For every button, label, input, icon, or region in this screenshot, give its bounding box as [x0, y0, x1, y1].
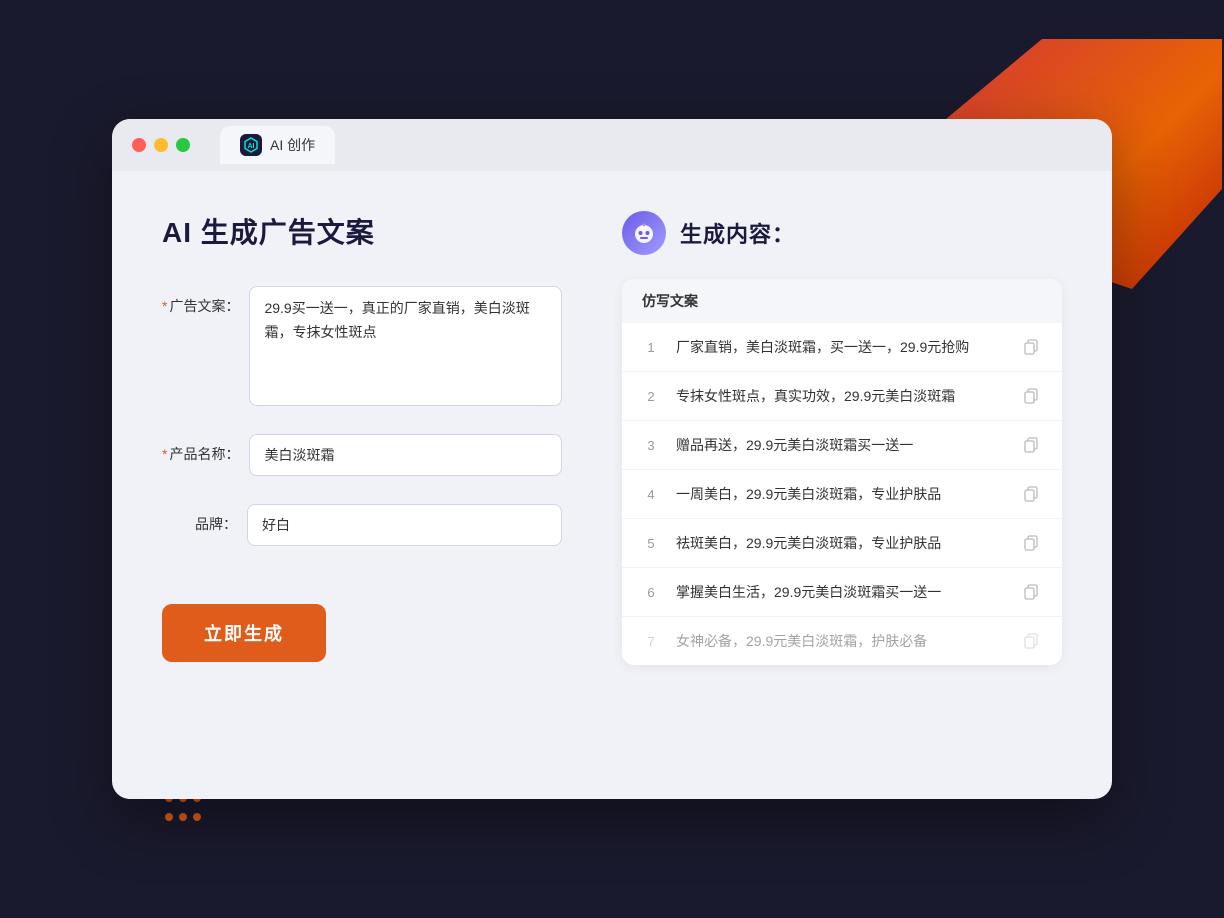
- result-num: 3: [642, 438, 660, 453]
- ad-copy-required: *: [162, 298, 167, 314]
- result-row: 2 专抹女性斑点，真实功效，29.9元美白淡斑霜: [622, 372, 1062, 421]
- copy-icon[interactable]: [1020, 581, 1042, 603]
- result-row: 1 厂家直销，美白淡斑霜，买一送一，29.9元抢购: [622, 323, 1062, 372]
- result-num: 7: [642, 634, 660, 649]
- result-row: 4 一周美白，29.9元美白淡斑霜，专业护肤品: [622, 470, 1062, 519]
- result-text: 专抹女性斑点，真实功效，29.9元美白淡斑霜: [676, 386, 1004, 407]
- right-title: 生成内容：: [680, 217, 795, 249]
- result-text: 女神必备，29.9元美白淡斑霜，护肤必备: [676, 631, 1004, 652]
- robot-icon: [622, 211, 666, 255]
- tab-ai-icon: AI: [240, 134, 262, 156]
- svg-text:AI: AI: [248, 143, 255, 150]
- result-text: 厂家直销，美白淡斑霜，买一送一，29.9元抢购: [676, 337, 1004, 358]
- brand-group: 品牌：: [162, 504, 562, 546]
- page-title: AI 生成广告文案: [162, 211, 562, 251]
- right-header: 生成内容：: [622, 211, 1062, 255]
- scene: AI AI 创作 AI 生成广告文案 *广告文案： 29.9买一送一，真正的厂家…: [62, 69, 1162, 849]
- minimize-button[interactable]: [154, 138, 168, 152]
- results-container: 仿写文案 1 厂家直销，美白淡斑霜，买一送一，29.9元抢购 2 专抹女性斑点，…: [622, 279, 1062, 665]
- ad-copy-group: *广告文案： 29.9买一送一，真正的厂家直销，美白淡斑霜，专抹女性斑点: [162, 286, 562, 406]
- result-text: 祛斑美白，29.9元美白淡斑霜，专业护肤品: [676, 533, 1004, 554]
- result-row: 6 掌握美白生活，29.9元美白淡斑霜买一送一: [622, 568, 1062, 617]
- browser-tab[interactable]: AI AI 创作: [220, 126, 335, 164]
- traffic-lights: [132, 138, 190, 152]
- generate-button[interactable]: 立即生成: [162, 604, 326, 662]
- product-name-group: *产品名称：: [162, 434, 562, 476]
- titlebar: AI AI 创作: [112, 119, 1112, 171]
- result-row: 3 赠品再送，29.9元美白淡斑霜买一送一: [622, 421, 1062, 470]
- result-num: 6: [642, 585, 660, 600]
- main-content: AI 生成广告文案 *广告文案： 29.9买一送一，真正的厂家直销，美白淡斑霜，…: [112, 171, 1112, 799]
- product-name-required: *: [162, 446, 167, 462]
- product-name-input[interactable]: [249, 434, 562, 476]
- copy-icon[interactable]: [1020, 532, 1042, 554]
- copy-icon[interactable]: [1020, 630, 1042, 652]
- brand-label: 品牌：: [162, 504, 237, 534]
- copy-icon[interactable]: [1020, 434, 1042, 456]
- brand-input[interactable]: [247, 504, 562, 546]
- maximize-button[interactable]: [176, 138, 190, 152]
- results-header: 仿写文案: [622, 279, 1062, 323]
- copy-icon[interactable]: [1020, 483, 1042, 505]
- results-list: 1 厂家直销，美白淡斑霜，买一送一，29.9元抢购 2 专抹女性斑点，真实功效，…: [622, 323, 1062, 665]
- tab-title-text: AI 创作: [270, 135, 315, 155]
- copy-icon[interactable]: [1020, 336, 1042, 358]
- product-name-label: *产品名称：: [162, 434, 239, 464]
- copy-icon[interactable]: [1020, 385, 1042, 407]
- result-num: 1: [642, 340, 660, 355]
- result-text: 赠品再送，29.9元美白淡斑霜买一送一: [676, 435, 1004, 456]
- result-text: 一周美白，29.9元美白淡斑霜，专业护肤品: [676, 484, 1004, 505]
- ad-copy-label: *广告文案：: [162, 286, 239, 316]
- ad-copy-input[interactable]: 29.9买一送一，真正的厂家直销，美白淡斑霜，专抹女性斑点: [249, 286, 562, 406]
- close-button[interactable]: [132, 138, 146, 152]
- right-panel: 生成内容： 仿写文案 1 厂家直销，美白淡斑霜，买一送一，29.9元抢购 2 专…: [622, 211, 1062, 759]
- result-num: 5: [642, 536, 660, 551]
- result-num: 2: [642, 389, 660, 404]
- browser-window: AI AI 创作 AI 生成广告文案 *广告文案： 29.9买一送一，真正的厂家…: [112, 119, 1112, 799]
- result-row: 7 女神必备，29.9元美白淡斑霜，护肤必备: [622, 617, 1062, 665]
- result-row: 5 祛斑美白，29.9元美白淡斑霜，专业护肤品: [622, 519, 1062, 568]
- result-num: 4: [642, 487, 660, 502]
- left-panel: AI 生成广告文案 *广告文案： 29.9买一送一，真正的厂家直销，美白淡斑霜，…: [162, 211, 562, 759]
- result-text: 掌握美白生活，29.9元美白淡斑霜买一送一: [676, 582, 1004, 603]
